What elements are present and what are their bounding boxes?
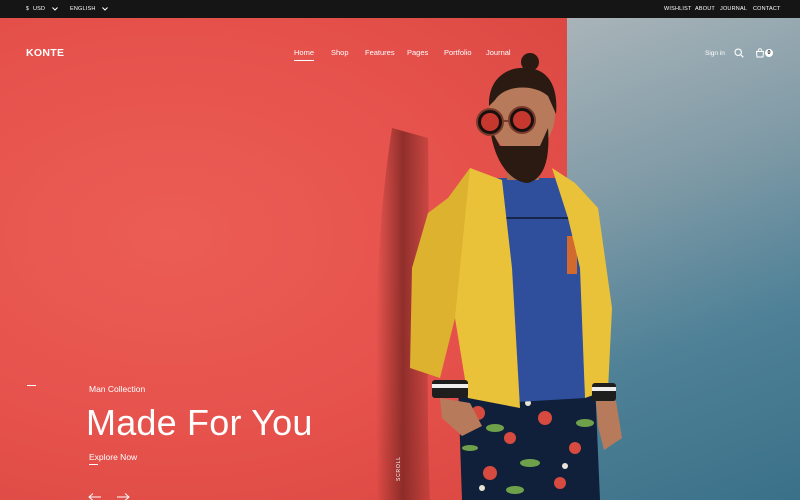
hero-headline: Made For You — [86, 402, 313, 443]
topbar-link-about[interactable]: ABOUT — [695, 0, 715, 18]
nav-item-features[interactable]: Features — [365, 48, 395, 57]
slide-indicator[interactable] — [27, 385, 36, 386]
chevron-down-icon — [52, 6, 58, 11]
arrow-left-icon[interactable] — [88, 492, 102, 500]
currency-label: USD — [32, 6, 46, 12]
scroll-label: Scroll — [396, 456, 402, 481]
language-selector[interactable]: ENGLISH — [70, 0, 109, 18]
cart-count-badge: 0 — [765, 49, 773, 57]
topbar-link-wishlist[interactable]: WISHLIST — [664, 0, 692, 18]
topbar-link-journal[interactable]: JOURNAL — [720, 0, 747, 18]
currency-selector[interactable]: $ USD — [26, 0, 58, 18]
arrow-right-icon[interactable] — [116, 492, 130, 500]
search-icon[interactable] — [734, 48, 744, 58]
nav-item-pages[interactable]: Pages — [407, 48, 428, 57]
nav-item-journal[interactable]: Journal — [486, 48, 511, 57]
hero-subtitle: Man Collection — [89, 384, 146, 394]
hero-slider: KONTE Home Shop Features Pages Portfolio… — [0, 18, 800, 500]
nav-item-shop[interactable]: Shop — [331, 48, 349, 57]
nav-item-home[interactable]: Home — [294, 48, 315, 61]
currency-symbol: $ — [26, 6, 29, 12]
chevron-down-icon — [102, 6, 109, 11]
signin-link[interactable]: Sign in — [705, 50, 725, 57]
explore-now-link[interactable]: Explore Now — [89, 452, 137, 465]
main-nav: Home Shop Features Pages Portfolio Journ… — [0, 48, 800, 62]
topbar-link-contact[interactable]: CONTACT — [753, 0, 781, 18]
nav-item-portfolio[interactable]: Portfolio — [444, 48, 472, 57]
language-label: ENGLISH — [70, 6, 96, 12]
top-utility-bar: $ USD ENGLISH WISHLIST ABOUT JOURNAL CONT… — [0, 0, 800, 18]
cart-icon[interactable] — [755, 48, 765, 58]
